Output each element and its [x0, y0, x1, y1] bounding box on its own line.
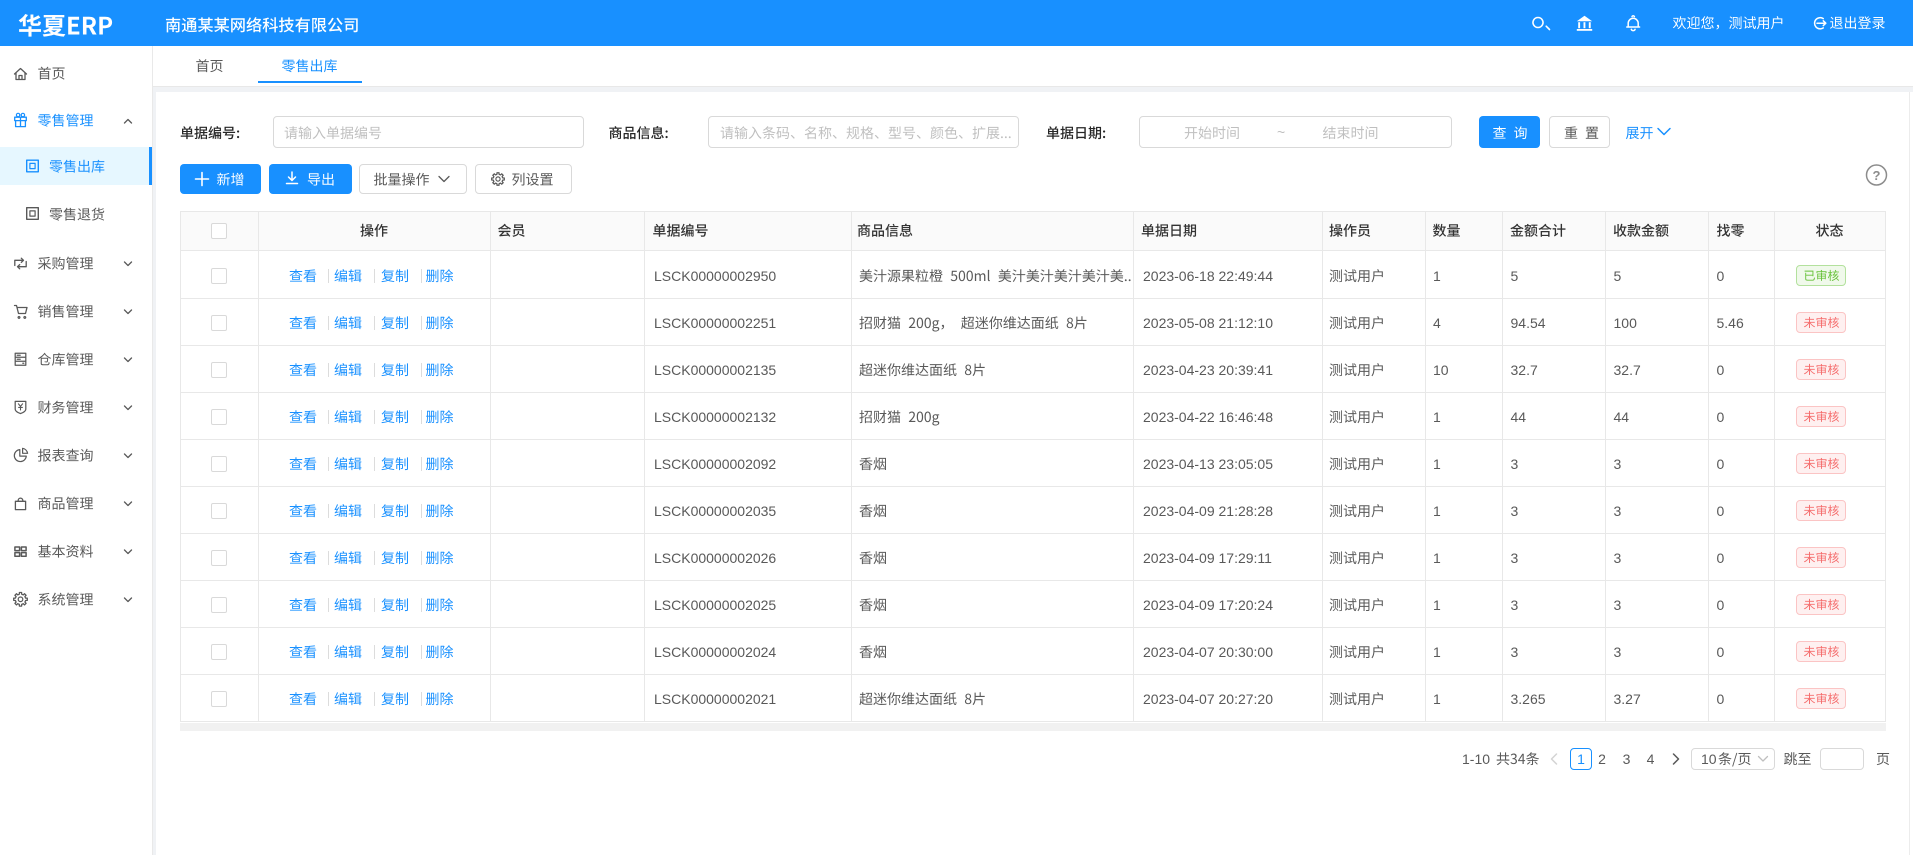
svg-text:2023-04-23 20:39:41: 2023-04-23 20:39:41	[1143, 362, 1273, 378]
svg-text:2: 2	[1598, 751, 1606, 767]
svg-text:LSCK00000002132: LSCK00000002132	[654, 409, 776, 425]
svg-text:44: 44	[1511, 409, 1527, 425]
svg-text:1: 1	[1433, 456, 1441, 472]
svg-text:?: ?	[1873, 168, 1881, 183]
svg-text:2023-04-09 17:29:11: 2023-04-09 17:29:11	[1143, 550, 1272, 566]
svg-text:3: 3	[1511, 456, 1519, 472]
svg-text:2023-04-22 16:46:48: 2023-04-22 16:46:48	[1143, 409, 1273, 425]
svg-text:3.27: 3.27	[1614, 691, 1641, 707]
svg-text:2023-05-08 21:12:10: 2023-05-08 21:12:10	[1143, 315, 1273, 331]
svg-text:LSCK00000002026: LSCK00000002026	[654, 550, 776, 566]
svg-text:0: 0	[1717, 503, 1725, 519]
svg-text:0: 0	[1717, 597, 1725, 613]
svg-text:3: 3	[1614, 597, 1622, 613]
svg-text:4: 4	[1433, 315, 1441, 331]
svg-text:2023-04-13 23:05:05: 2023-04-13 23:05:05	[1143, 456, 1273, 472]
svg-text:3: 3	[1623, 751, 1631, 767]
svg-text:1: 1	[1433, 644, 1441, 660]
svg-text:0: 0	[1717, 550, 1725, 566]
svg-text:32.7: 32.7	[1614, 362, 1641, 378]
svg-text:1: 1	[1433, 691, 1441, 707]
svg-text:0: 0	[1717, 644, 1725, 660]
svg-text:LSCK00000002251: LSCK00000002251	[654, 315, 776, 331]
svg-text:32.7: 32.7	[1511, 362, 1538, 378]
svg-text:LSCK00000002024: LSCK00000002024	[654, 644, 776, 660]
svg-text:3: 3	[1614, 503, 1622, 519]
svg-text:10: 10	[1701, 751, 1717, 767]
svg-text:2023-04-07 20:30:00: 2023-04-07 20:30:00	[1143, 644, 1273, 660]
svg-text:LSCK00000002135: LSCK00000002135	[654, 362, 776, 378]
svg-text:10: 10	[1433, 362, 1449, 378]
svg-text:1-10: 1-10	[1462, 751, 1490, 767]
svg-text:3: 3	[1511, 644, 1519, 660]
svg-text:3: 3	[1511, 597, 1519, 613]
svg-text:2023-04-09 21:28:28: 2023-04-09 21:28:28	[1143, 503, 1273, 519]
svg-text:94.54: 94.54	[1511, 315, 1546, 331]
svg-text:5: 5	[1614, 268, 1622, 284]
svg-text:3: 3	[1511, 503, 1519, 519]
svg-text:2023-04-09 17:20:24: 2023-04-09 17:20:24	[1143, 597, 1273, 613]
svg-text:4: 4	[1647, 751, 1655, 767]
svg-text:0: 0	[1717, 691, 1725, 707]
svg-text:3: 3	[1511, 550, 1519, 566]
svg-text:1: 1	[1433, 597, 1441, 613]
svg-text:100: 100	[1614, 315, 1638, 331]
svg-text:1: 1	[1433, 550, 1441, 566]
svg-text:1: 1	[1577, 751, 1585, 767]
svg-text:0: 0	[1717, 362, 1725, 378]
svg-text:LSCK00000002035: LSCK00000002035	[654, 503, 776, 519]
svg-text:LSCK00000002092: LSCK00000002092	[654, 456, 776, 472]
svg-text:2023-06-18 22:49:44: 2023-06-18 22:49:44	[1143, 268, 1273, 284]
svg-text:2023-04-07 20:27:20: 2023-04-07 20:27:20	[1143, 691, 1273, 707]
svg-text:3: 3	[1614, 644, 1622, 660]
svg-text:0: 0	[1717, 409, 1725, 425]
svg-text:5: 5	[1511, 268, 1519, 284]
svg-text:LSCK00000002025: LSCK00000002025	[654, 597, 776, 613]
svg-text:5.46: 5.46	[1717, 315, 1744, 331]
svg-text:3: 3	[1614, 456, 1622, 472]
svg-text:3: 3	[1614, 550, 1622, 566]
svg-text:LSCK00000002950: LSCK00000002950	[654, 268, 776, 284]
svg-text:44: 44	[1614, 409, 1630, 425]
svg-text:LSCK00000002021: LSCK00000002021	[654, 691, 776, 707]
svg-text:0: 0	[1717, 268, 1725, 284]
svg-text:1: 1	[1433, 268, 1441, 284]
svg-text:1: 1	[1433, 409, 1441, 425]
svg-text:1: 1	[1433, 503, 1441, 519]
svg-text:~: ~	[1277, 124, 1285, 140]
svg-text:0: 0	[1717, 456, 1725, 472]
svg-text:3.265: 3.265	[1511, 691, 1546, 707]
